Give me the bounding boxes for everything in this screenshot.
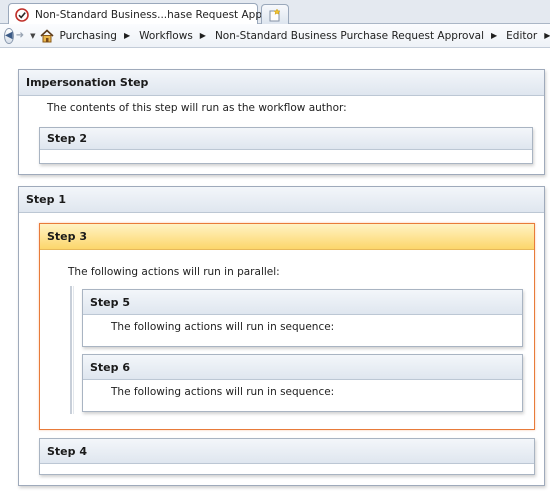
chevron-right-icon: ▶ [199,31,206,40]
step-6-title[interactable]: Step 6 [83,355,522,380]
breadcrumb-item-workflows[interactable]: Workflows [139,30,193,42]
tab-title: Non-Standard Business...hase Request App… [35,8,289,21]
step-2-title[interactable]: Step 2 [40,128,532,150]
step-5-description: The following actions will run in sequen… [111,321,335,333]
tab-bar: Non-Standard Business...hase Request App… [0,0,550,25]
home-icon [40,28,55,42]
impersonation-step[interactable]: Impersonation Step The contents of this … [18,69,545,175]
chevron-right-icon: ▶ [491,31,498,40]
breadcrumb-item-purchasing[interactable]: Purchasing [59,30,116,42]
step-2[interactable]: Step 2 [39,127,533,164]
step-4-title[interactable]: Step 4 [40,439,534,464]
parallel-branch-bar [70,286,74,414]
back-button[interactable]: ◀ [4,27,14,44]
chevron-right-icon: ▶ [123,31,131,40]
step-4[interactable]: Step 4 [39,438,535,475]
step-1[interactable]: Step 1 Step 3 The following actions will… [18,186,545,486]
chevron-right-icon: ▶ [544,31,550,40]
workflow-designer-canvas: Impersonation Step The contents of this … [0,49,550,491]
tab-workflow-editor[interactable]: Non-Standard Business...hase Request App… [8,3,288,25]
workflow-icon [15,7,29,22]
step-6[interactable]: Step 6 The following actions will run in… [82,354,523,412]
forward-button[interactable]: ➜ [16,28,24,44]
arrow-right-icon: ➜ [15,30,25,41]
breadcrumb: ◀ ➜ ▼ Purchasing ▶ Workflows ▶ Non-Stand… [0,24,550,48]
step-3[interactable]: Step 3 The following actions will run in… [39,223,535,430]
step-6-description: The following actions will run in sequen… [111,386,335,398]
arrow-left-icon: ◀ [5,30,13,41]
step-5-title[interactable]: Step 5 [83,290,522,315]
breadcrumb-item-workflow[interactable]: Non-Standard Business Purchase Request A… [215,30,484,42]
breadcrumb-item-editor[interactable]: Editor [506,30,537,42]
impersonation-step-description: The contents of this step will run as th… [47,102,347,114]
history-dropdown-icon[interactable]: ▼ [30,32,35,40]
step-1-title[interactable]: Step 1 [19,187,544,213]
step-3-title[interactable]: Step 3 [40,224,534,250]
impersonation-step-title[interactable]: Impersonation Step [19,70,544,96]
new-tab-icon [269,7,281,21]
new-tab-button[interactable] [261,4,289,24]
step-5[interactable]: Step 5 The following actions will run in… [82,289,523,347]
step-3-description: The following actions will run in parall… [68,266,280,278]
